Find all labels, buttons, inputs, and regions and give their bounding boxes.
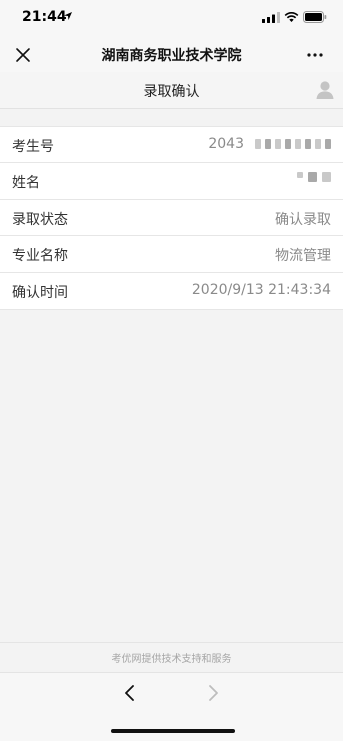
row-value: 物流管理 bbox=[275, 248, 331, 265]
row-label: 姓名 bbox=[12, 175, 40, 192]
row-value: 确认录取 bbox=[275, 211, 331, 228]
nav-title: 湖南商务职业技术学院 bbox=[101, 48, 242, 64]
cellular-signal-icon bbox=[262, 12, 280, 23]
divider bbox=[0, 642, 343, 643]
chevron-right-icon[interactable] bbox=[204, 684, 222, 702]
list-item: 专业名称 物流管理 bbox=[0, 236, 343, 273]
page-header: 录取确认 bbox=[0, 72, 343, 109]
list-item: 确认时间 2020/9/13 21:43:34 bbox=[0, 273, 343, 309]
row-value bbox=[297, 172, 331, 183]
admission-info-list: 考生号 2043 姓名 录取状态 确认录取 专业名称 物流管理 确认时间 202 bbox=[0, 126, 343, 310]
user-icon[interactable] bbox=[314, 79, 336, 101]
footer-text: 考优网提供技术支持和服务 bbox=[111, 654, 232, 665]
battery-icon bbox=[303, 11, 327, 23]
home-indicator[interactable] bbox=[111, 729, 235, 733]
candidate-number-prefix: 2043 bbox=[208, 136, 244, 152]
list-item: 考生号 2043 bbox=[0, 127, 343, 164]
row-label: 录取状态 bbox=[12, 211, 68, 228]
masked-value bbox=[297, 172, 331, 183]
status-time: 21:44 bbox=[22, 9, 67, 25]
nav-bar: 湖南商务职业技术学院 bbox=[0, 38, 343, 72]
row-value: 2020/9/13 21:43:34 bbox=[191, 281, 331, 298]
status-bar: 21:44 bbox=[0, 0, 343, 38]
page-title: 录取确认 bbox=[143, 84, 200, 100]
row-label: 确认时间 bbox=[12, 284, 68, 301]
location-arrow-icon bbox=[64, 12, 72, 20]
row-label: 考生号 bbox=[12, 139, 54, 155]
masked-value bbox=[255, 139, 331, 149]
row-label: 专业名称 bbox=[12, 248, 68, 265]
close-icon[interactable] bbox=[14, 46, 32, 64]
row-value: 2043 bbox=[208, 136, 331, 152]
chevron-left-icon[interactable] bbox=[121, 684, 139, 702]
list-item: 姓名 bbox=[0, 163, 343, 200]
wifi-icon bbox=[284, 12, 299, 22]
list-item: 录取状态 确认录取 bbox=[0, 200, 343, 237]
more-icon[interactable] bbox=[306, 52, 324, 58]
